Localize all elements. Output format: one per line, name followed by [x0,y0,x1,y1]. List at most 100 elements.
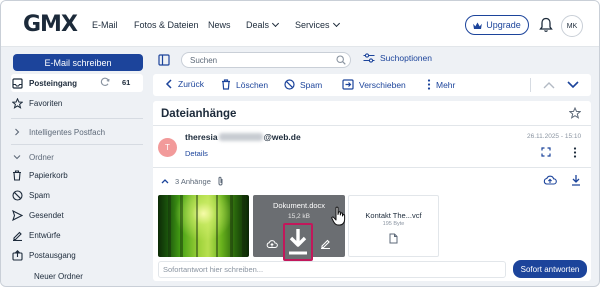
file-icon [389,233,398,244]
nav-services-label: Services [295,20,330,30]
send-icon [11,209,23,221]
back-label: Zurück [178,79,204,89]
sidebar-item-sent[interactable]: Gesendet [11,206,143,224]
chevron-left-icon [165,79,172,89]
attachments-count-label: 3 Anhänge [175,176,211,186]
message-toolbar: Zurück Löschen Spam Verschieben Mehr [153,74,591,96]
more-label: Mehr [436,79,456,90]
sync-icon[interactable] [100,77,110,87]
upgrade-button[interactable]: Upgrade [465,15,529,35]
sidebar-item-spam[interactable]: Spam [11,186,143,204]
image-detail [242,195,245,257]
attachments-toggle[interactable]: 3 Anhänge [161,176,224,186]
sidebar-item-folders[interactable]: Ordner [11,148,143,166]
attachment-contact[interactable]: Kontakt The...vcf 195 Byte [348,195,439,257]
sidebar-divider [11,118,143,119]
quick-reply-input[interactable]: Sofortantwort hier schreiben... [158,261,506,278]
sidebar-item-new-folder[interactable]: Neuer Ordner [11,267,143,285]
trash-icon [11,169,23,181]
toolbar-divider [530,78,531,92]
sidebar-item-label: Papierkorb [29,170,68,180]
layout-toggle-icon[interactable] [158,54,170,66]
compose-button[interactable]: E-Mail schreiben [13,54,143,71]
image-detail [180,195,183,257]
message-panel: Dateianhänge T theresia @web.de Details … [153,101,591,281]
search-input[interactable]: Suchen [181,52,351,68]
sidebar-divider [11,144,143,145]
expand-icon[interactable] [541,147,551,157]
move-folder-icon [342,79,354,90]
nav-news[interactable]: News [208,20,231,30]
message-date: 26.11.2025 - 15:10 [527,133,582,140]
sender-divider [153,167,591,168]
move-label: Verschieben [359,79,406,90]
download-all-icon[interactable] [571,174,581,186]
sidebar-item-label: Intelligentes Postfach [29,127,106,137]
image-detail [216,195,218,257]
back-button[interactable]: Zurück [165,79,204,89]
paperclip-icon [218,176,223,186]
upgrade-label: Upgrade [486,20,521,30]
sliders-icon [363,53,375,63]
attachment-image[interactable] [158,195,249,257]
spam-icon [11,189,23,201]
sidebar-item-smart-inbox[interactable]: Intelligentes Postfach [11,123,143,141]
chevron-down-icon [332,19,340,28]
download-icon [289,229,307,255]
nav-deals[interactable]: Deals [246,19,280,30]
more-button[interactable]: Mehr [427,79,455,90]
sidebar-item-label: Gesendet [29,210,64,220]
nav-email[interactable]: E-Mail [92,20,118,30]
app-window: GMX E-Mail Fotos & Dateien News Deals Se… [0,0,600,287]
image-detail [168,195,171,257]
details-link[interactable]: Details [185,149,208,158]
cloud-upload-icon[interactable] [543,174,557,186]
sidebar-item-label: Ordner [29,152,54,162]
chevron-down-icon [271,19,280,28]
sidebar-item-favorites[interactable]: Favoriten [11,94,143,112]
chevron-up-icon[interactable] [543,81,555,89]
star-icon[interactable] [569,107,581,119]
sidebar-item-outbox[interactable]: Postausgang [11,246,143,264]
more-vertical-icon [427,79,431,90]
sidebar-item-label: Spam [29,190,50,200]
delete-label: Löschen [236,79,269,90]
nav-photos-files[interactable]: Fotos & Dateien [134,20,199,30]
cloud-upload-icon[interactable] [266,239,278,249]
top-navigation: GMX E-Mail Fotos & Dateien News Deals Se… [1,1,599,47]
sidebar-item-trash[interactable]: Papierkorb [11,166,143,184]
download-button[interactable] [283,223,313,261]
attachment-name: Kontakt The...vcf [365,211,422,220]
edit-icon[interactable] [320,238,331,249]
move-button[interactable]: Verschieben [342,79,406,90]
sidebar-item-label: Entwürfe [29,230,61,240]
chevron-down-icon [11,151,23,163]
sidebar-item-label: Favoriten [29,98,63,108]
image-detail [196,195,198,257]
trash-icon [222,79,230,90]
gmx-logo[interactable]: GMX [23,12,78,37]
inbox-icon [11,77,23,89]
spam-button[interactable]: Spam [284,79,322,90]
user-avatar[interactable]: MK [561,15,583,37]
more-vertical-icon[interactable] [573,147,577,158]
sidebar-item-drafts[interactable]: Entwürfe [11,226,143,244]
search-options-link[interactable]: Suchoptionen [363,53,432,63]
sender-name: theresia [185,132,218,142]
nav-services[interactable]: Services [295,19,340,30]
sidebar-item-label: Postausgang [29,250,76,260]
quick-reply-button[interactable]: Sofort antworten [513,260,587,278]
sender-address: theresia @web.de [185,132,301,142]
delete-button[interactable]: Löschen [221,79,268,90]
sidebar-item-label: Posteingang [29,78,78,88]
sender-avatar: T [158,138,177,157]
quick-reply-placeholder: Sofortantwort hier schreiben... [163,265,264,274]
search-icon[interactable] [336,55,346,65]
chevron-down-icon[interactable] [567,81,579,89]
search-options-label: Suchoptionen [380,53,432,63]
message-subject: Dateianhänge [161,108,237,120]
redacted-text [218,133,263,141]
chevron-up-icon [161,179,169,184]
bell-icon[interactable] [539,17,553,33]
sender-domain: @web.de [263,132,301,142]
